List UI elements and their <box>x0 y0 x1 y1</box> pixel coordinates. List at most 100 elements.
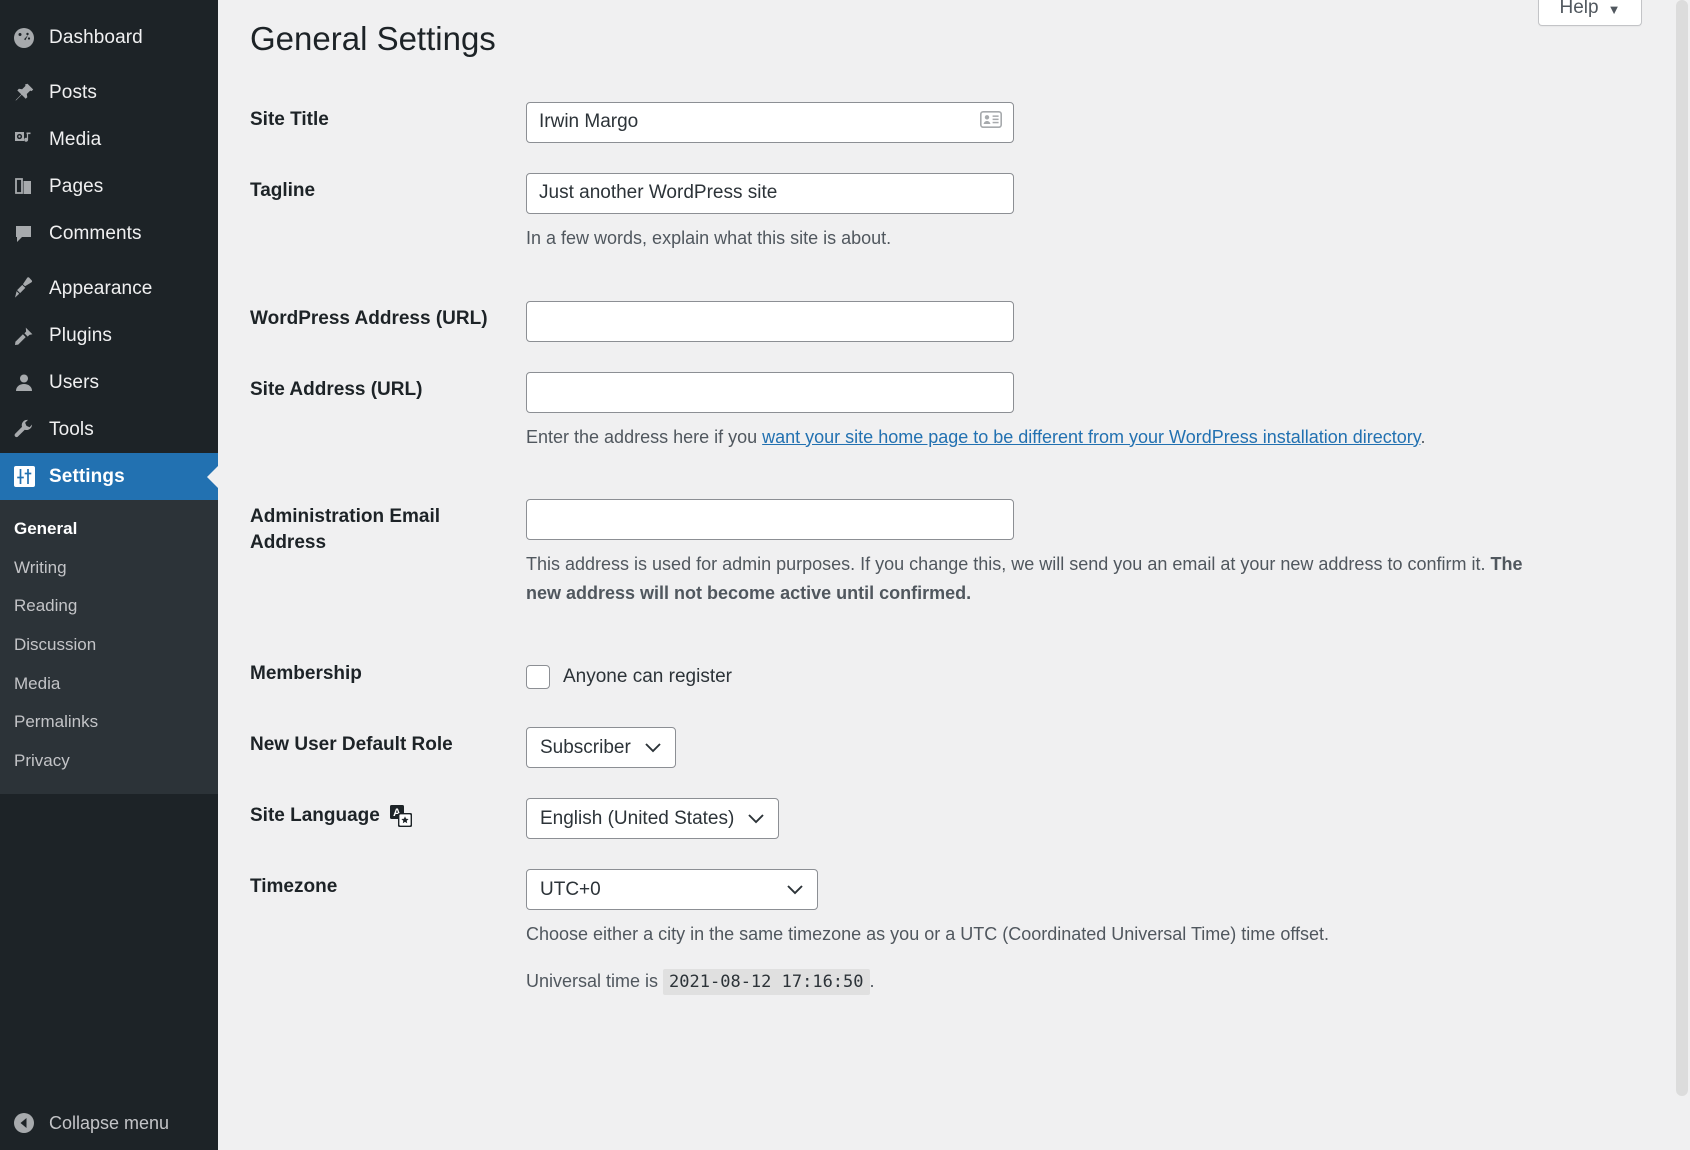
row-site-language: Site Language A English (United State <box>218 783 1690 854</box>
chevron-down-icon <box>748 808 764 830</box>
sidebar-item-dashboard[interactable]: Dashboard <box>0 14 218 61</box>
submenu-item-permalinks[interactable]: Permalinks <box>0 703 218 742</box>
collapse-arrow-icon <box>11 1110 37 1136</box>
row-membership: Membership Anyone can register <box>218 641 1690 712</box>
site-title-input[interactable] <box>526 102 1014 143</box>
sidebar-item-label: Appearance <box>49 278 152 300</box>
anyone-can-register-checkbox[interactable] <box>526 665 550 689</box>
sidebar-item-settings[interactable]: Settings <box>0 453 218 500</box>
submenu-item-writing[interactable]: Writing <box>0 549 218 588</box>
site-title-input-wrap <box>526 102 1014 143</box>
admin-menu: Dashboard Posts Media Pages <box>0 0 218 794</box>
pages-icon <box>11 174 37 200</box>
timezone-description: Choose either a city in the same timezon… <box>526 920 1536 949</box>
comments-icon <box>11 221 37 247</box>
admin-email-description-normal: This address is used for admin purposes.… <box>526 554 1490 574</box>
sidebar-item-posts[interactable]: Posts <box>0 69 218 116</box>
site-language-value: English (United States) <box>540 808 734 830</box>
dashboard-icon <box>11 25 37 51</box>
sidebar-item-tools[interactable]: Tools <box>0 406 218 453</box>
tagline-input[interactable] <box>526 173 1014 214</box>
site-address-input[interactable] <box>526 372 1014 413</box>
sidebar-item-media[interactable]: Media <box>0 116 218 163</box>
help-label: Help <box>1560 0 1599 19</box>
collapse-menu-button[interactable]: Collapse menu <box>0 1096 218 1150</box>
sidebar-item-users[interactable]: Users <box>0 359 218 406</box>
wordpress-admin-page: Dashboard Posts Media Pages <box>0 0 1690 1150</box>
sidebar-item-label: Comments <box>49 223 142 245</box>
submenu-item-media[interactable]: Media <box>0 665 218 704</box>
installation-directory-link[interactable]: want your site home page to be different… <box>762 427 1420 447</box>
row-site-address: Site Address (URL) Enter the address her… <box>218 357 1690 485</box>
sidebar-item-appearance[interactable]: Appearance <box>0 265 218 312</box>
help-button[interactable]: Help ▼ <box>1538 0 1642 26</box>
universal-time-row: Universal time is 2021-08-12 17:16:50. <box>526 967 1486 996</box>
admin-sidebar: Dashboard Posts Media Pages <box>0 0 218 1150</box>
site-language-label: Site Language <box>250 803 380 829</box>
chevron-down-icon: ▼ <box>1608 3 1621 16</box>
chevron-down-icon <box>645 737 661 759</box>
sidebar-item-label: Tools <box>49 419 94 441</box>
general-settings-form: Site Title <box>218 87 1690 1029</box>
wordpress-address-input[interactable] <box>526 301 1014 342</box>
sidebar-item-label: Pages <box>49 176 103 198</box>
admin-email-description: This address is used for admin purposes.… <box>526 550 1536 608</box>
settings-submenu: General Writing Reading Discussion Media… <box>0 500 218 794</box>
submenu-item-discussion[interactable]: Discussion <box>0 626 218 665</box>
row-site-title: Site Title <box>218 87 1690 158</box>
new-user-default-role-select[interactable]: Subscriber <box>526 727 676 768</box>
wrench-icon <box>11 417 37 443</box>
user-icon <box>11 370 37 396</box>
brush-icon <box>11 276 37 302</box>
submenu-item-general[interactable]: General <box>0 510 218 549</box>
admin-email-label: Administration Email Address <box>218 484 526 575</box>
site-address-description: Enter the address here if you want your … <box>526 423 1536 452</box>
settings-sliders-icon <box>11 464 37 490</box>
sidebar-item-label: Media <box>49 129 101 151</box>
admin-email-input[interactable] <box>526 499 1014 540</box>
media-icon <box>11 127 37 153</box>
row-timezone: Timezone UTC+0 Choose either a city in t… <box>218 854 1690 1029</box>
sidebar-item-label: Plugins <box>49 325 112 347</box>
site-address-description-after: . <box>1420 427 1425 447</box>
tagline-label: Tagline <box>218 158 526 224</box>
wordpress-address-label: WordPress Address (URL) <box>218 286 526 352</box>
chevron-down-icon <box>787 879 803 901</box>
membership-label: Membership <box>218 641 526 707</box>
sidebar-item-plugins[interactable]: Plugins <box>0 312 218 359</box>
translation-icon: A <box>390 805 412 827</box>
timezone-select[interactable]: UTC+0 <box>526 869 818 910</box>
row-wordpress-address: WordPress Address (URL) <box>218 286 1690 357</box>
new-user-default-role-value: Subscriber <box>540 737 631 759</box>
sidebar-item-label: Users <box>49 372 99 394</box>
anyone-can-register-label: Anyone can register <box>563 666 732 688</box>
page-title: General Settings <box>218 0 1690 61</box>
plug-icon <box>11 323 37 349</box>
row-new-user-default-role: New User Default Role Subscriber <box>218 712 1690 783</box>
submenu-item-privacy[interactable]: Privacy <box>0 742 218 781</box>
collapse-menu-label: Collapse menu <box>49 1113 169 1134</box>
sidebar-item-label: Settings <box>49 466 125 488</box>
main-content: Help ▼ General Settings Site Title <box>218 0 1690 1150</box>
sidebar-item-comments[interactable]: Comments <box>0 210 218 257</box>
submenu-item-reading[interactable]: Reading <box>0 587 218 626</box>
row-admin-email: Administration Email Address This addres… <box>218 484 1690 641</box>
row-tagline: Tagline In a few words, explain what thi… <box>218 158 1690 286</box>
universal-time-prefix: Universal time is <box>526 971 658 991</box>
site-address-label: Site Address (URL) <box>218 357 526 423</box>
sidebar-item-label: Posts <box>49 82 97 104</box>
sidebar-item-pages[interactable]: Pages <box>0 163 218 210</box>
site-address-description-before: Enter the address here if you <box>526 427 762 447</box>
page-scrollbar[interactable] <box>1674 0 1690 1150</box>
scrollbar-thumb[interactable] <box>1676 0 1688 1096</box>
site-language-select[interactable]: English (United States) <box>526 798 779 839</box>
site-title-label: Site Title <box>218 87 526 153</box>
tagline-description: In a few words, explain what this site i… <box>526 224 1486 253</box>
sidebar-item-label: Dashboard <box>49 27 143 49</box>
universal-time-suffix: . <box>870 971 875 991</box>
timezone-value: UTC+0 <box>540 879 601 901</box>
new-user-default-role-label: New User Default Role <box>218 712 526 778</box>
universal-time-value: 2021-08-12 17:16:50 <box>663 969 869 995</box>
pin-icon <box>11 80 37 106</box>
timezone-label: Timezone <box>218 854 526 920</box>
